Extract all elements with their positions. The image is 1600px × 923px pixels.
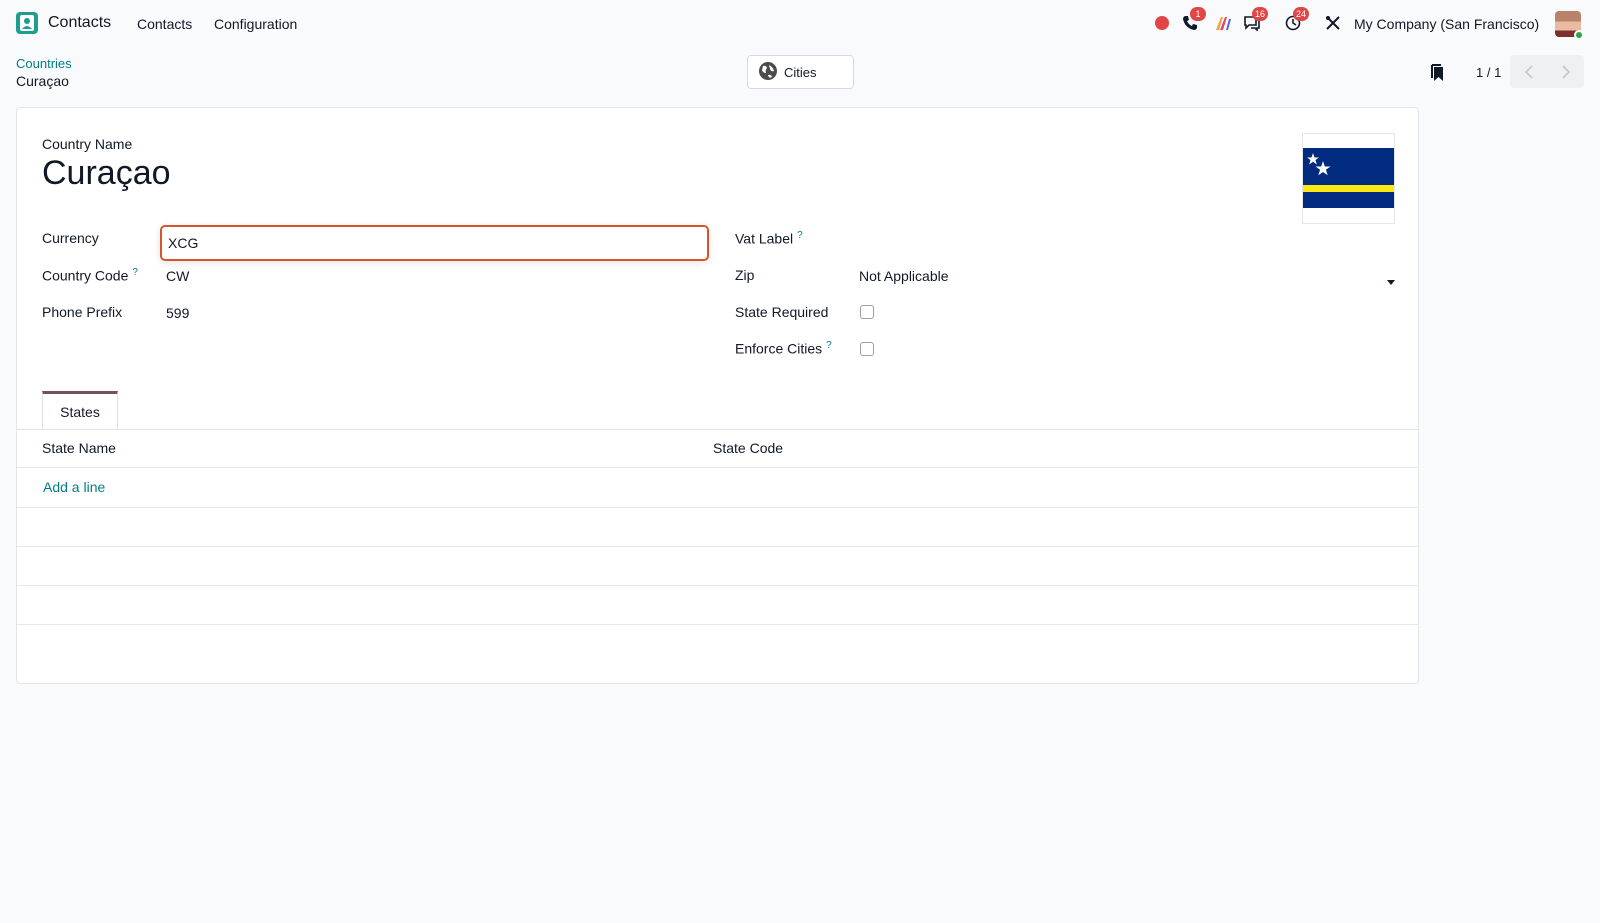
- column-state-name[interactable]: State Name: [42, 440, 116, 456]
- online-status-icon: [1574, 30, 1584, 40]
- clock-icon[interactable]: 24: [1284, 7, 1310, 32]
- phone-prefix-value[interactable]: 599: [166, 305, 189, 321]
- cities-button[interactable]: Cities: [747, 55, 854, 89]
- tools-icon[interactable]: [1324, 14, 1342, 32]
- vat-label-label: Vat Label?: [735, 230, 803, 247]
- breadcrumb-current: Curaçao: [16, 73, 69, 89]
- breadcrumb-countries[interactable]: Countries: [16, 56, 72, 71]
- state-required-label: State Required: [735, 304, 829, 320]
- company-switcher[interactable]: My Company (San Francisco): [1354, 16, 1539, 32]
- activities-badge: 24: [1293, 7, 1310, 21]
- country-flag-image[interactable]: [1302, 133, 1395, 224]
- user-avatar[interactable]: [1555, 11, 1584, 40]
- enforce-cities-label: Enforce Cities?: [735, 340, 832, 357]
- currency-input[interactable]: [160, 225, 709, 261]
- bookmark-icon[interactable]: [1431, 64, 1445, 85]
- cities-button-label: Cities: [784, 64, 817, 80]
- tab-states[interactable]: States: [42, 391, 118, 430]
- pager-value[interactable]: 1 / 1: [1476, 65, 1501, 80]
- messages-badge: 16: [1252, 7, 1269, 21]
- vat-label-value[interactable]: [859, 230, 1389, 248]
- menu-contacts[interactable]: Contacts: [137, 16, 192, 32]
- add-a-line-link[interactable]: Add a line: [43, 479, 105, 495]
- pager-previous-button[interactable]: [1510, 55, 1547, 88]
- enforce-cities-checkbox[interactable]: [860, 342, 874, 356]
- zip-label: Zip: [735, 267, 755, 283]
- top-navbar: Contacts Contacts Configuration 1 16 24 …: [0, 0, 1600, 46]
- chat-icon[interactable]: 16: [1243, 7, 1269, 32]
- table-row-divider: [17, 585, 1418, 586]
- phone-badge: 1: [1190, 7, 1206, 21]
- ai-icon[interactable]: [1215, 14, 1233, 32]
- country-name-label: Country Name: [42, 136, 133, 152]
- record-dot-icon[interactable]: [1153, 14, 1171, 32]
- phone-prefix-label: Phone Prefix: [42, 304, 123, 320]
- menu-configuration[interactable]: Configuration: [214, 16, 297, 32]
- zip-select[interactable]: Not Applicable: [859, 268, 949, 284]
- table-header-divider: [17, 467, 1418, 468]
- contacts-app-icon[interactable]: [16, 12, 38, 34]
- country-code-value[interactable]: CW: [166, 268, 189, 284]
- country-code-label: Country Code?: [42, 267, 138, 284]
- table-row-divider: [17, 546, 1418, 547]
- table-row-divider: [17, 507, 1418, 508]
- country-name-value[interactable]: Curaçao: [42, 154, 171, 193]
- table-row-divider: [17, 624, 1418, 625]
- country-code-help-icon[interactable]: ?: [132, 267, 138, 278]
- vat-label-help-icon[interactable]: ?: [797, 230, 803, 241]
- column-state-code[interactable]: State Code: [713, 440, 783, 456]
- pager-nav: [1510, 55, 1584, 88]
- pager-next-button[interactable]: [1547, 55, 1584, 88]
- currency-label: Currency: [42, 230, 99, 246]
- phone-icon[interactable]: 1: [1181, 7, 1206, 32]
- form-sheet: Country Name Curaçao Currency Country Co…: [16, 107, 1419, 684]
- chevron-down-icon[interactable]: [1387, 280, 1395, 285]
- enforce-cities-help-icon[interactable]: ?: [826, 340, 832, 351]
- state-required-checkbox[interactable]: [860, 305, 874, 319]
- tab-divider: [17, 429, 1418, 430]
- app-name[interactable]: Contacts: [48, 14, 111, 32]
- globe-icon: [758, 61, 778, 84]
